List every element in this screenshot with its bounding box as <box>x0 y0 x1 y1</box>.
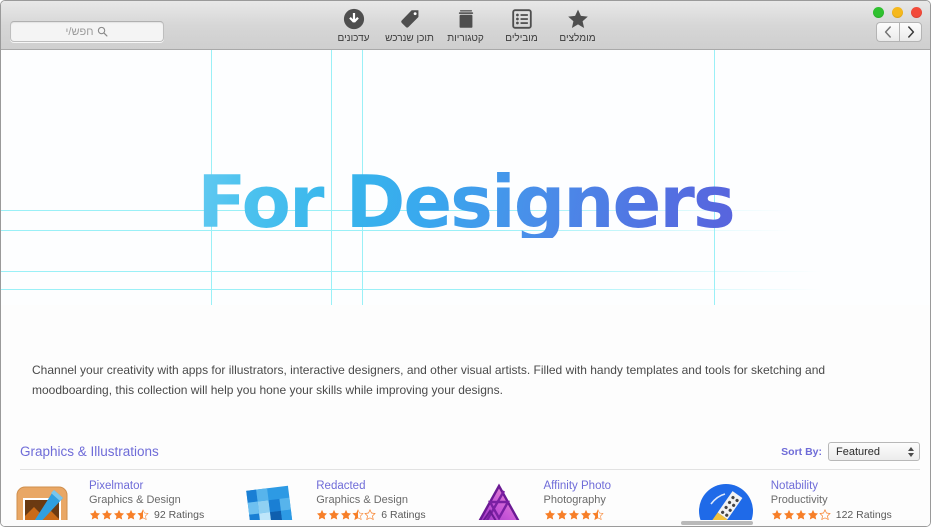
back-button[interactable] <box>876 22 899 42</box>
app-info: Redacted Graphics & Design 6 Ratings $6.… <box>316 478 425 526</box>
pixelmator-icon <box>11 478 77 526</box>
chevron-right-icon <box>907 26 914 38</box>
app-category: Productivity <box>770 494 828 506</box>
toolbar-purchased-label: תוכן שנרכש <box>385 33 434 44</box>
toolbar-featured-label: מומלצים <box>559 33 596 44</box>
redacted-icon <box>238 478 304 526</box>
price-tag-icon <box>399 6 421 31</box>
section-header: Graphics & Illustrations Sort By: Featur… <box>1 442 930 466</box>
toolbar-items: עדכונים תוכן שנרכש קטגוריות מובילים מומל… <box>1 1 930 50</box>
list-item[interactable]: Pixelmator Graphics & Design 92 Ratings … <box>11 478 238 526</box>
app-category: Graphics & Design <box>89 494 181 506</box>
toolbar-categories-label: קטגוריות <box>447 33 484 44</box>
collection-description: Channel your creativity with apps for il… <box>32 363 826 397</box>
toolbar-updates[interactable]: עדכונים <box>326 1 382 44</box>
scrollbar-thumb[interactable] <box>681 521 753 525</box>
close-red-button[interactable] <box>911 7 922 18</box>
toolbar-top-charts-label: מובילים <box>505 33 538 44</box>
app-name-link[interactable]: Pixelmator <box>89 480 204 492</box>
app-info: Affinity Photo Photography $49.99 <box>543 478 612 526</box>
toolbar-updates-label: עדכונים <box>337 33 370 44</box>
sort-by-label: Sort By: <box>781 445 822 458</box>
app-name-link[interactable]: Affinity Photo <box>544 480 612 492</box>
app-info: Pixelmator Graphics & Design 92 Ratings … <box>89 478 204 526</box>
hero-banner: For Designers <box>1 50 930 305</box>
toolbar-purchased[interactable]: תוכן שנרכש <box>382 1 438 44</box>
minimize-green-button[interactable] <box>873 7 884 18</box>
sort-by-select[interactable]: Featured <box>828 442 920 461</box>
notability-icon <box>693 478 759 526</box>
sort-by-control: Sort By: Featured <box>781 442 920 461</box>
stepper-arrows-icon <box>908 443 914 460</box>
app-category: Graphics & Design <box>316 494 408 506</box>
app-category: Photography <box>543 494 606 506</box>
toolbar-featured[interactable]: מומלצים <box>550 1 606 44</box>
section-title-link[interactable]: Graphics & Illustrations <box>20 444 159 459</box>
hero-title: For Designers <box>1 166 930 238</box>
list-item[interactable]: Affinity Photo Photography $49.99 <box>466 478 693 526</box>
app-name-link[interactable]: Notability <box>771 480 892 492</box>
zoom-yellow-button[interactable] <box>892 7 903 18</box>
sort-by-value: Featured <box>836 445 881 458</box>
download-arrow-icon <box>343 6 365 31</box>
section-divider <box>20 469 920 470</box>
app-list: Pixelmator Graphics & Design 92 Ratings … <box>1 478 930 526</box>
app-store-window: חפש/י עדכונים תוכן שנרכש קטגוריות מובילי… <box>0 0 931 527</box>
chevron-left-icon <box>884 26 891 38</box>
categories-box-icon <box>455 6 477 31</box>
affinity-photo-icon <box>466 478 532 526</box>
toolbar-top-charts[interactable]: מובילים <box>494 1 550 44</box>
toolbar: חפש/י עדכונים תוכן שנרכש קטגוריות מובילי… <box>1 1 930 50</box>
app-info: Notability Productivity 122 Ratings $5.9… <box>771 478 892 526</box>
grid-line-horizontal <box>1 271 821 272</box>
list-item[interactable]: Notability Productivity 122 Ratings $5.9… <box>693 478 920 526</box>
toolbar-categories[interactable]: קטגוריות <box>438 1 494 44</box>
star-icon <box>566 6 590 31</box>
forward-button[interactable] <box>899 22 922 42</box>
grid-line-horizontal <box>1 289 821 290</box>
navigation-buttons <box>876 22 922 42</box>
app-name-link[interactable]: Redacted <box>316 480 425 492</box>
list-icon <box>511 6 533 31</box>
content-area: For Designers Channel your creativity wi… <box>1 50 930 526</box>
horizontal-scrollbar[interactable] <box>1 520 930 526</box>
window-controls <box>873 7 922 18</box>
list-item[interactable]: Redacted Graphics & Design 6 Ratings $6.… <box>238 478 465 526</box>
